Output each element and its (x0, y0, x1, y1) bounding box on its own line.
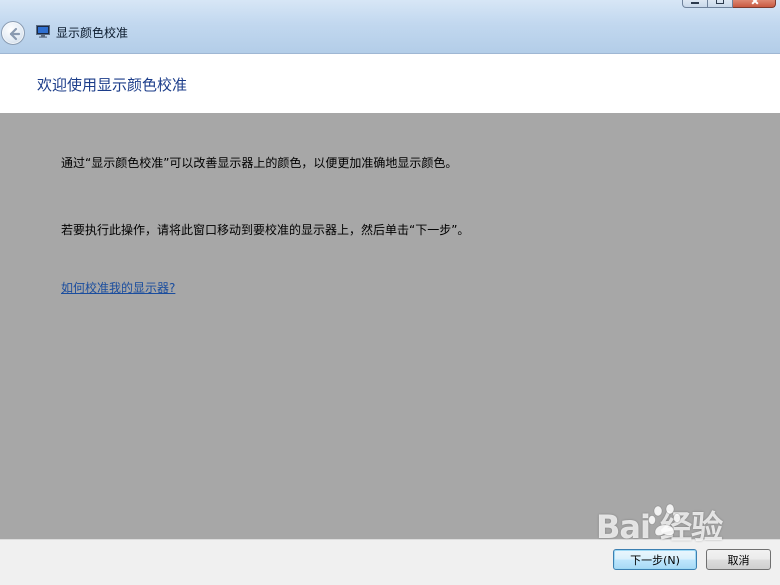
caption-buttons (682, 0, 776, 8)
cancel-button[interactable]: 取消 (706, 549, 771, 570)
next-button[interactable]: 下一步(N) (613, 549, 697, 570)
minimize-button[interactable] (682, 0, 708, 8)
content-area: 通过“显示颜色校准”可以改善显示器上的颜色，以便更加准确地显示颜色。 若要执行此… (0, 113, 780, 539)
window-title: 显示颜色校准 (56, 26, 129, 40)
footer-bar: 下一步(N) 取消 (0, 539, 780, 585)
title-bar[interactable]: 显示颜色校准 (0, 0, 780, 54)
intro-text: 通过“显示颜色校准”可以改善显示器上的颜色，以便更加准确地显示颜色。 (61, 156, 458, 170)
header-band: 欢迎使用显示颜色校准 (0, 54, 780, 113)
minimize-icon (691, 1, 699, 4)
page-title: 欢迎使用显示颜色校准 (37, 76, 188, 94)
back-arrow-icon (9, 27, 21, 41)
close-button[interactable] (733, 0, 776, 8)
back-button[interactable] (1, 21, 25, 45)
display-monitor-icon (36, 25, 50, 38)
close-icon (750, 0, 759, 4)
calibration-window: 显示颜色校准 欢迎使用显示颜色校准 通过“显示颜色校准”可以改善显示器上的颜色，… (0, 0, 780, 585)
help-link[interactable]: 如何校准我的显示器? (61, 280, 175, 296)
maximize-icon (716, 0, 724, 4)
instruction-text: 若要执行此操作，请将此窗口移动到要校准的显示器上，然后单击“下一步”。 (61, 223, 470, 237)
maximize-button[interactable] (708, 0, 733, 8)
